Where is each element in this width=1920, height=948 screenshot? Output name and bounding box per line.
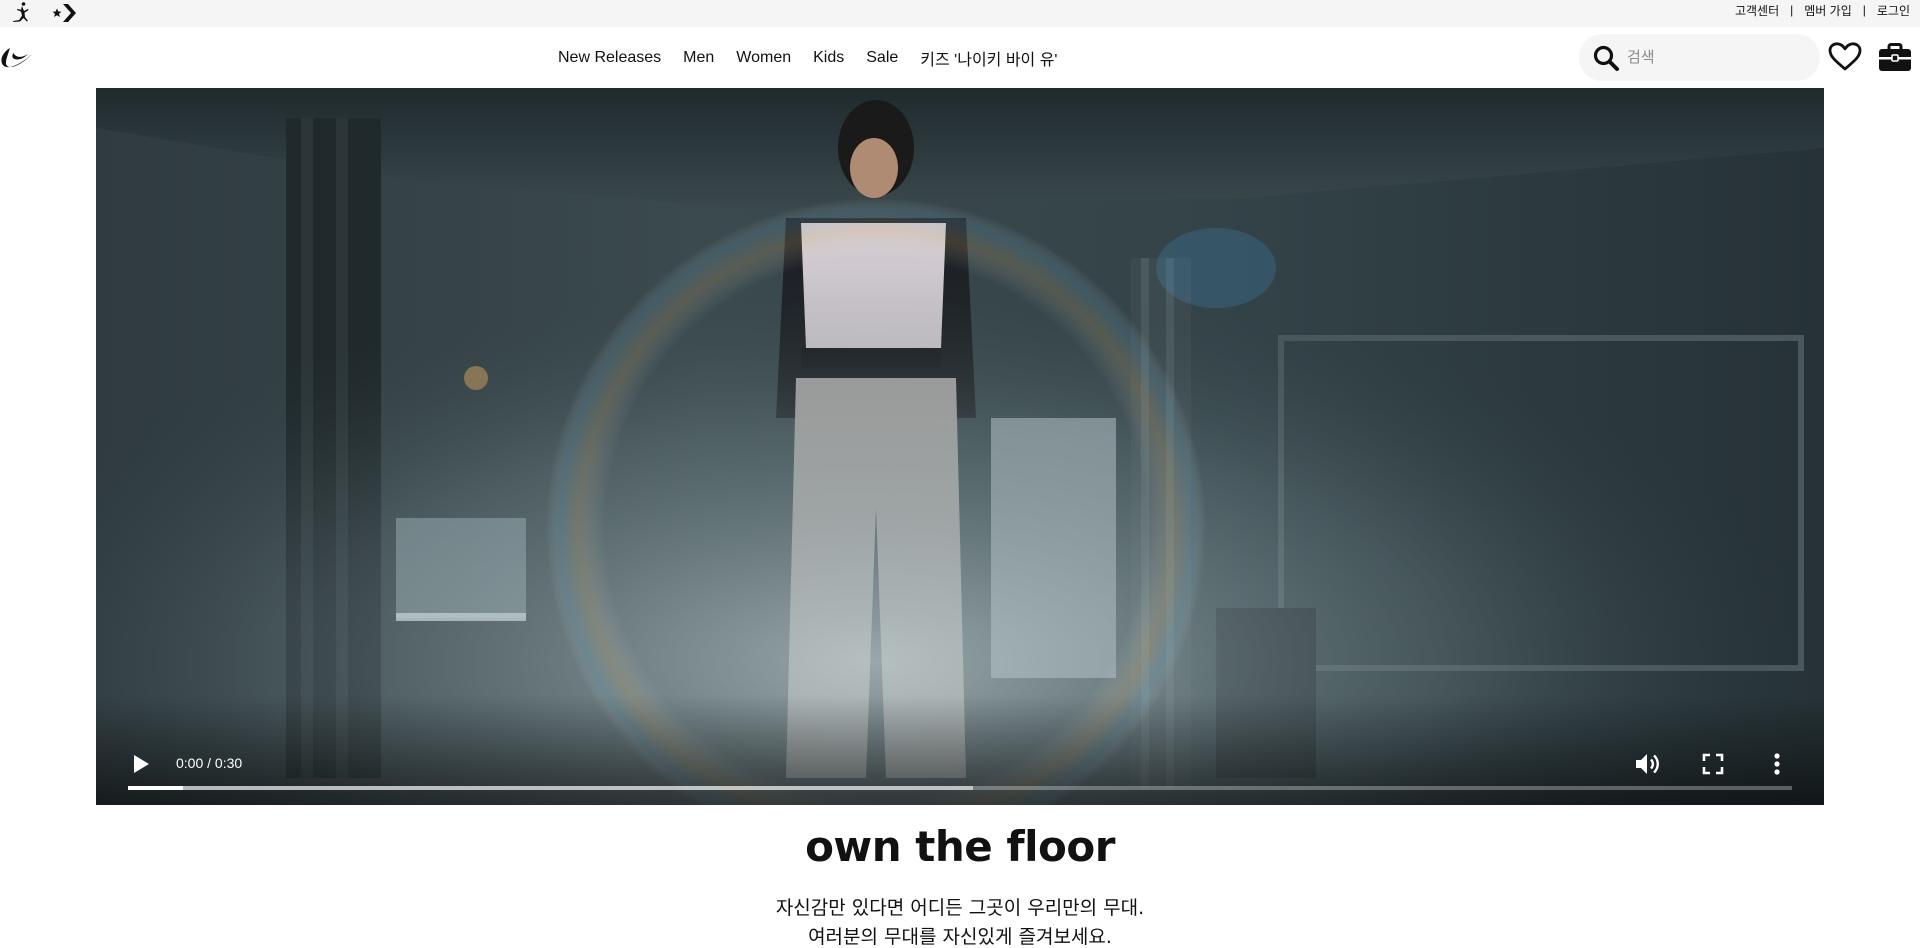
hero-video-player[interactable]: 0:00 / 0:30 bbox=[96, 88, 1824, 805]
separator: | bbox=[1790, 3, 1794, 17]
video-progress-bar[interactable] bbox=[128, 786, 1792, 790]
search-input[interactable] bbox=[1627, 49, 1797, 66]
video-time: 0:00 / 0:30 bbox=[176, 755, 242, 771]
nav-new-releases[interactable]: New Releases bbox=[558, 49, 661, 67]
favorites-heart-icon[interactable] bbox=[1828, 41, 1862, 73]
join-member-link[interactable]: 멤버 가입 bbox=[1804, 2, 1852, 19]
volume-icon[interactable] bbox=[1631, 747, 1665, 781]
nav-sale[interactable]: Sale bbox=[866, 49, 898, 67]
played-bar bbox=[128, 786, 183, 790]
buffered-bar bbox=[128, 786, 974, 790]
duration: 0:30 bbox=[214, 755, 243, 771]
jordan-logo-icon[interactable] bbox=[11, 1, 33, 23]
hero-subtext-line-1: 자신감만 있다면 어디든 그곳이 우리만의 무대. bbox=[775, 897, 1145, 919]
current-time: 0:00 bbox=[176, 755, 204, 771]
utility-links: 고객센터 | 멤버 가입 | 로그인 bbox=[1735, 0, 1910, 20]
video-controls: 0:00 / 0:30 bbox=[96, 695, 1824, 805]
nav-kids-nike-by-you[interactable]: 키즈 '나이키 바이 유' bbox=[920, 46, 1057, 70]
main-header: New Releases Men Women Kids Sale 키즈 '나이키… bbox=[0, 27, 1920, 88]
converse-logo-icon[interactable] bbox=[52, 2, 78, 24]
search-icon[interactable] bbox=[1579, 34, 1627, 81]
nav-women[interactable]: Women bbox=[736, 49, 791, 67]
login-link[interactable]: 로그인 bbox=[1877, 2, 1910, 19]
hero-subtext-line-2: 여러분의 무대를 자신있게 즐겨보세요. bbox=[808, 926, 1112, 948]
more-options-icon[interactable] bbox=[1760, 747, 1794, 781]
utility-bar: 고객센터 | 멤버 가입 | 로그인 bbox=[0, 0, 1920, 27]
cart-briefcase-icon[interactable] bbox=[1877, 42, 1913, 74]
nav-kids[interactable]: Kids bbox=[813, 49, 844, 67]
main-nav: New Releases Men Women Kids Sale 키즈 '나이키… bbox=[558, 27, 1058, 88]
play-icon[interactable] bbox=[126, 749, 156, 779]
time-separator: / bbox=[203, 755, 215, 771]
search-box bbox=[1579, 34, 1820, 81]
separator: | bbox=[1862, 3, 1866, 17]
nike-swoosh-icon[interactable] bbox=[0, 44, 34, 74]
hero-headline: own the floor bbox=[805, 822, 1115, 871]
fullscreen-icon[interactable] bbox=[1696, 747, 1730, 781]
customer-center-link[interactable]: 고객센터 bbox=[1735, 2, 1779, 19]
nav-men[interactable]: Men bbox=[683, 49, 714, 67]
